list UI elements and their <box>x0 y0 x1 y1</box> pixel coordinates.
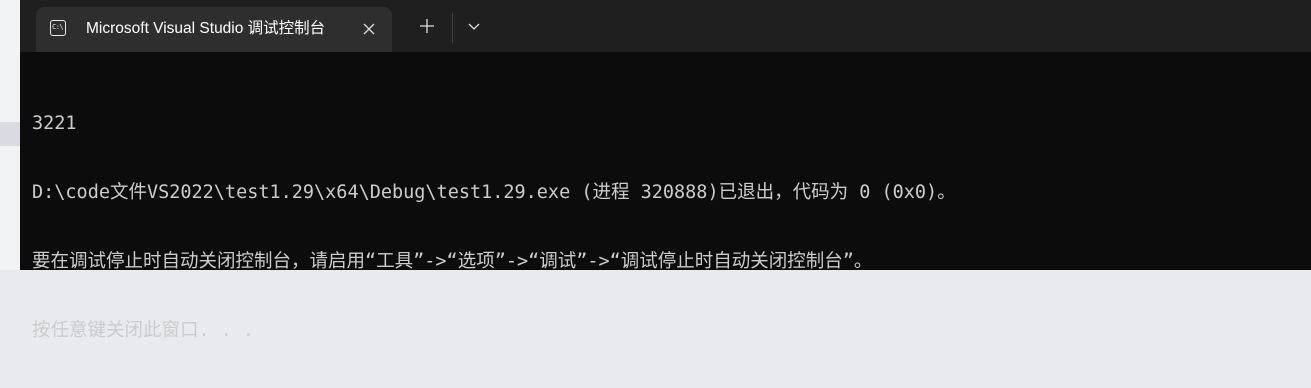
background-window-band <box>0 122 20 146</box>
terminal-icon-glyph: C:\ <box>52 23 64 31</box>
console-line: D:\code文件VS2022\test1.29\x64\Debug\test1… <box>32 182 956 203</box>
close-icon[interactable] <box>359 19 379 39</box>
background-window-edge <box>0 0 20 270</box>
tab-bar: C:\ Microsoft Visual Studio 调试控制台 <box>20 0 1311 52</box>
tab-active[interactable]: C:\ Microsoft Visual Studio 调试控制台 <box>36 7 392 52</box>
console-line: 3221 <box>32 113 77 134</box>
console-line: 按任意键关闭此窗口. . . <box>32 320 255 341</box>
plus-icon[interactable] <box>413 12 441 40</box>
chevron-down-icon[interactable] <box>460 12 488 40</box>
tab-title: Microsoft Visual Studio 调试控制台 <box>86 20 326 37</box>
screen: C:\ Microsoft Visual Studio 调试控制台 3221 D… <box>0 0 1311 341</box>
console-output[interactable]: 3221 D:\code文件VS2022\test1.29\x64\Debug\… <box>32 66 1307 341</box>
terminal-icon: C:\ <box>50 20 66 36</box>
terminal-window: C:\ Microsoft Visual Studio 调试控制台 3221 D… <box>20 0 1311 341</box>
tab-divider <box>452 13 453 43</box>
